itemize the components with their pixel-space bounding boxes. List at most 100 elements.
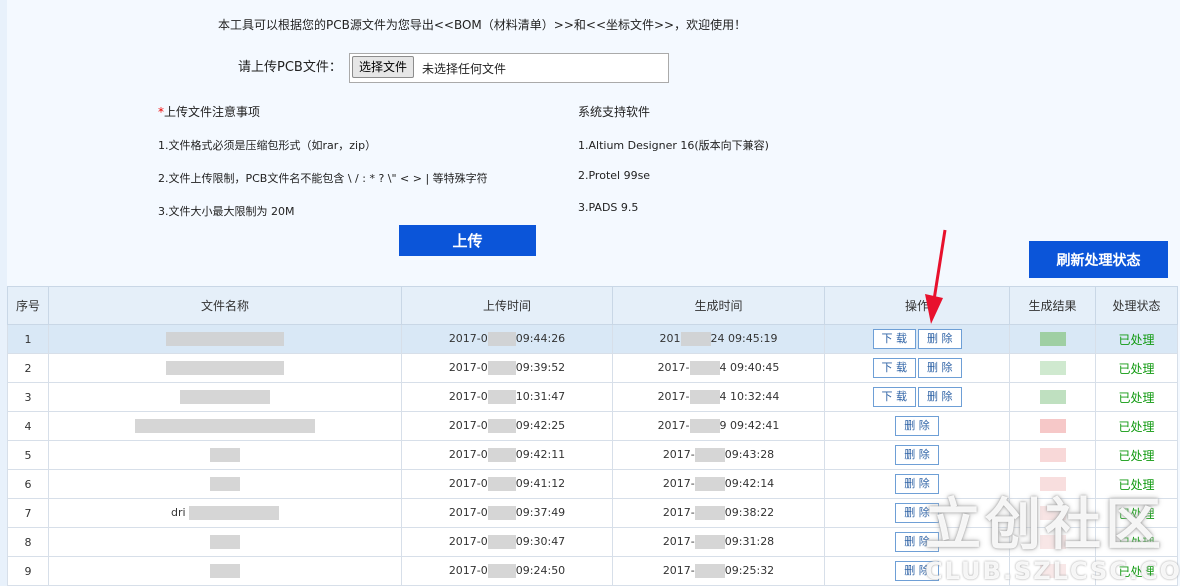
redacted-date — [487, 448, 516, 462]
delete-button[interactable]: 删 除 — [918, 358, 962, 378]
cell-file-name — [48, 440, 402, 470]
table-row: 1 2017-0 09:44:26 201 24 09:45:19 下 载删 除 已… — [7, 324, 1178, 354]
upload-label: 请上传PCB文件： — [238, 60, 342, 75]
redacted-date — [694, 564, 725, 578]
cell-actions: 下 载删 除 — [824, 324, 1010, 354]
cell-result — [1009, 411, 1096, 441]
cell-generate-time: 2017- 4 09:40:45 — [612, 353, 825, 383]
cell-file-name — [48, 382, 402, 412]
delete-button[interactable]: 删 除 — [895, 416, 939, 436]
watermark-main-text: 立创社区 — [925, 493, 1165, 558]
cell-upload-time: 2017-0 09:41:12 — [401, 469, 613, 499]
status-text: 已处理 — [1118, 390, 1155, 405]
redacted-file-name — [135, 419, 315, 433]
refresh-status-button[interactable]: 刷新处理状态 — [1029, 241, 1168, 278]
redacted-date — [694, 477, 725, 491]
cell-no: 4 — [7, 411, 49, 441]
gen-time-part: 09:43:28 — [724, 448, 775, 461]
cell-result — [1009, 324, 1096, 354]
gen-date-part: 2017- — [662, 506, 695, 519]
gen-time-part: 4 09:40:45 — [719, 361, 780, 374]
gen-date-part: 2017- — [657, 361, 690, 374]
header-actions: 操作 — [824, 286, 1010, 325]
table-row: 5 2017-0 09:42:11 2017- 09:43:28 删 除 已处理 — [7, 440, 1178, 470]
redacted-file-name — [189, 506, 280, 520]
cell-result — [1009, 382, 1096, 412]
upload-button[interactable]: 上传 — [399, 225, 536, 256]
notes-title-text: 上传文件注意事项 — [164, 105, 261, 119]
gen-time-part: 24 09:45:19 — [710, 332, 778, 345]
cell-generate-time: 2017- 4 10:32:44 — [612, 382, 825, 412]
cell-upload-time: 2017-0 10:31:47 — [401, 382, 613, 412]
gen-date-part: 2017- — [662, 477, 695, 490]
upload-time-part: 09:39:52 — [515, 361, 566, 374]
choose-file-button[interactable]: 选择文件 — [352, 56, 415, 78]
status-text: 已处理 — [1118, 361, 1155, 376]
watermark-sub-text: CLUB.SZLCSC.COM — [925, 557, 1180, 585]
redacted-file-name — [210, 477, 240, 491]
cell-status: 已处理 — [1095, 411, 1178, 441]
file-input[interactable]: 选择文件 未选择任何文件 — [349, 53, 669, 83]
gen-time-part: 9 09:42:41 — [719, 419, 780, 432]
note-item-3: 3.文件大小最大限制为 20M — [158, 205, 295, 218]
upload-time-part: 09:44:26 — [515, 332, 566, 345]
result-indicator — [1039, 390, 1066, 404]
cell-actions: 下 载删 除 — [824, 382, 1010, 412]
cell-actions: 删 除 — [824, 411, 1010, 441]
upload-date-part: 2017-0 — [448, 564, 488, 577]
redacted-date — [487, 535, 516, 549]
support-item-1: 1.Altium Designer 16(版本向下兼容) — [578, 139, 769, 152]
note-item-2: 2.文件上传限制，PCB文件名不能包含 \ / : * ? \" < > | 等… — [158, 172, 488, 185]
upload-time-part: 09:37:49 — [515, 506, 566, 519]
cell-actions: 删 除 — [824, 440, 1010, 470]
header-status: 处理状态 — [1095, 286, 1178, 325]
header-no: 序号 — [7, 286, 49, 325]
cell-file-name — [48, 353, 402, 383]
watermark-logo: 立创社区 CLUB.SZLCSC.COM — [925, 480, 1180, 585]
notes-title: *上传文件注意事项 — [158, 103, 260, 120]
redacted-date — [689, 390, 720, 404]
gen-time-part: 09:31:28 — [724, 535, 775, 548]
delete-button[interactable]: 删 除 — [895, 445, 939, 465]
download-button[interactable]: 下 载 — [872, 387, 916, 407]
cell-no: 1 — [7, 324, 49, 354]
status-text: 已处理 — [1118, 332, 1155, 347]
cell-no: 3 — [7, 382, 49, 412]
cell-upload-time: 2017-0 09:37:49 — [401, 498, 613, 528]
delete-button[interactable]: 删 除 — [918, 387, 962, 407]
support-title: 系统支持软件 — [578, 105, 651, 119]
download-button[interactable]: 下 载 — [872, 358, 916, 378]
cell-upload-time: 2017-0 09:24:50 — [401, 556, 613, 586]
red-arrow-annotation — [925, 229, 947, 324]
cell-no: 9 — [7, 556, 49, 586]
status-text: 已处理 — [1118, 419, 1155, 434]
table-row: 3 2017-0 10:31:47 2017- 4 10:32:44 下 载删 除 … — [7, 382, 1178, 412]
intro-text: 本工具可以根据您的PCB源文件为您导出<<BOM（材料清单）>>和<<坐标文件>… — [218, 18, 747, 32]
redacted-date — [487, 506, 516, 520]
table-header-row: 序号 文件名称 上传时间 生成时间 操作 生成结果 处理状态 — [7, 286, 1178, 325]
redacted-file-name — [210, 448, 240, 462]
cell-generate-time: 2017- 09:31:28 — [612, 527, 825, 557]
redacted-file-name — [180, 390, 270, 404]
cell-generate-time: 2017- 09:38:22 — [612, 498, 825, 528]
upload-date-part: 2017-0 — [448, 419, 488, 432]
upload-date-part: 2017-0 — [448, 535, 488, 548]
redacted-file-name — [166, 361, 284, 375]
cell-upload-time: 2017-0 09:39:52 — [401, 353, 613, 383]
cell-status: 已处理 — [1095, 324, 1178, 354]
gen-time-part: 09:42:14 — [724, 477, 775, 490]
gen-date-part: 2017- — [657, 390, 690, 403]
gen-date-part: 2017- — [662, 448, 695, 461]
upload-time-part: 09:42:25 — [515, 419, 566, 432]
redacted-file-name — [210, 535, 240, 549]
redacted-date — [694, 506, 725, 520]
download-button[interactable]: 下 载 — [872, 329, 916, 349]
delete-button[interactable]: 删 除 — [918, 329, 962, 349]
cell-file-name — [48, 527, 402, 557]
redacted-date — [694, 448, 725, 462]
redacted-date — [487, 361, 516, 375]
redacted-date — [680, 332, 711, 346]
upload-time-part: 09:42:11 — [515, 448, 566, 461]
cell-no: 5 — [7, 440, 49, 470]
redacted-date — [694, 535, 725, 549]
